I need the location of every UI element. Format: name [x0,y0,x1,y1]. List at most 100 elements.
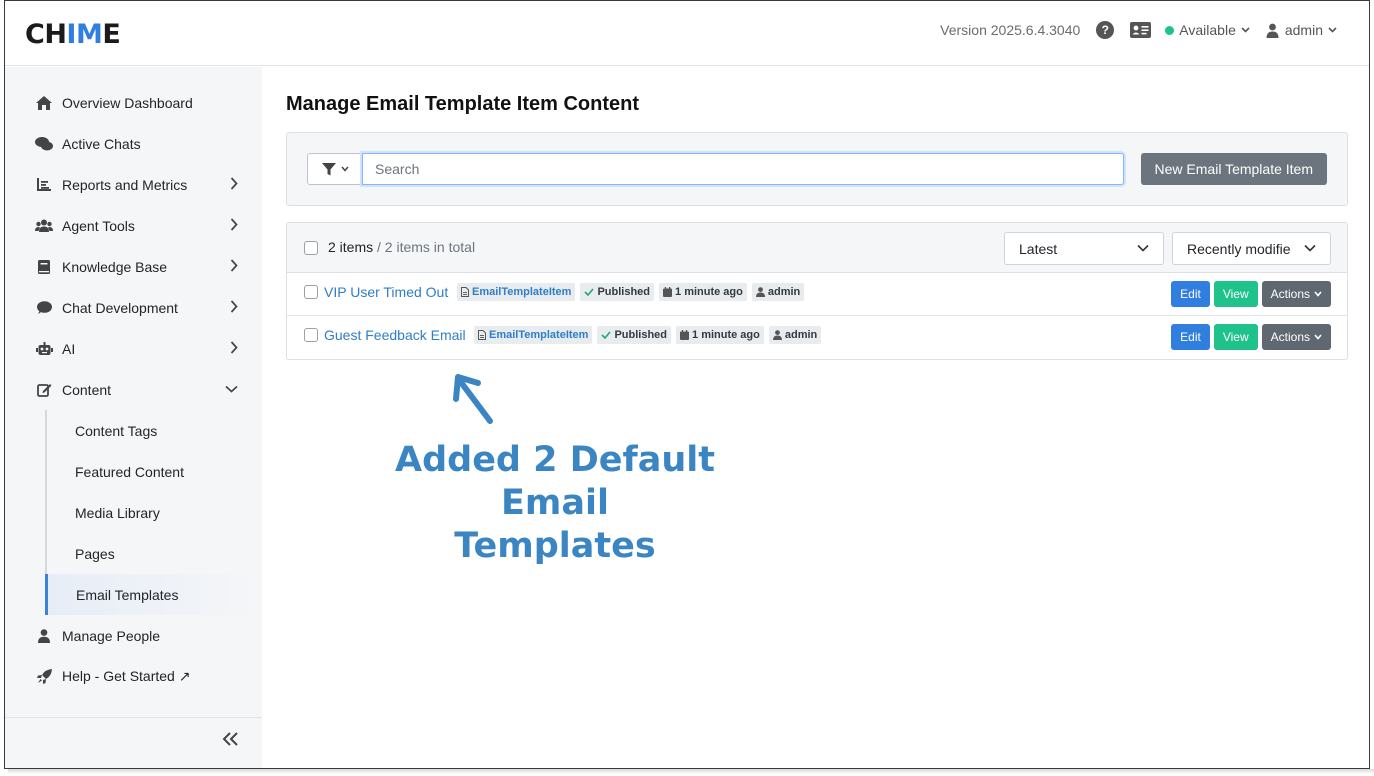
sidebar-item-content[interactable]: Content [5,369,262,410]
sidebar-item-overview-dashboard[interactable]: Overview Dashboard [5,82,262,123]
sidebar-subitem-label: Email Templates [76,586,179,603]
sidebar-subitem-pages[interactable]: Pages [45,533,262,574]
user-icon [755,287,765,297]
time-badge-label: 1 minute ago [675,286,743,298]
document-icon [478,330,486,340]
time-badge: 1 minute ago [676,326,764,344]
sidebar-item-label: Overview Dashboard [62,94,193,111]
row-badges: EmailTemplateItem Published 1 minute ago… [474,326,822,344]
template-list: 2 items / 2 items in total Latest Recent… [286,222,1348,360]
page-title: Manage Email Template Item Content [286,93,640,115]
sidebar-item-manage-people[interactable]: Manage People [5,615,262,656]
user-name: admin [1284,22,1323,38]
filter-dropdown-button[interactable] [307,153,363,185]
author-badge-label: admin [784,329,818,341]
sidebar-item-label: Help - Get Started ↗ [62,668,191,684]
chevron-right-icon [230,300,238,313]
search-input[interactable] [362,153,1124,185]
select-all-checkbox[interactable] [304,241,318,255]
new-email-template-item-button[interactable]: New Email Template Item [1140,153,1327,185]
sidebar-subitem-email-templates[interactable]: Email Templates [45,574,262,615]
author-badge: admin [751,283,805,301]
row-checkbox[interactable] [304,285,318,299]
item-count-label: 2 items [328,239,374,255]
time-badge-label: 1 minute ago [692,329,760,341]
view-button[interactable]: View [1213,324,1258,350]
author-badge: admin [768,326,822,344]
main-content: Manage Email Template Item Content New E… [262,67,1369,768]
type-badge: EmailTemplateItem [474,326,593,344]
status-badge: Published [597,326,672,344]
row-checkbox[interactable] [304,328,318,342]
status-label: Available [1179,22,1236,38]
document-icon [461,287,469,297]
chevron-down-icon [1241,27,1250,33]
row-actions: Edit View Actions [1171,281,1331,307]
sidebar-item-active-chats[interactable]: Active Chats [5,123,262,164]
sidebar-item-label: Active Chats [62,135,141,152]
actions-dropdown-button[interactable]: Actions [1261,324,1331,350]
status-dot-icon [1165,25,1175,35]
sidebar-item-label: Reports and Metrics [62,176,188,193]
actions-label: Actions [1270,287,1310,301]
sidebar-item-ai[interactable]: AI [5,328,262,369]
check-icon [601,331,612,339]
help-icon[interactable]: ? [1096,21,1115,39]
top-header: CH IM E Version 2025.6.4.3040 ? Available … [5,1,1369,66]
availability-dropdown[interactable]: Available [1165,22,1250,38]
chevron-right-icon [230,177,238,190]
row-title-link[interactable]: Guest Feedback Email [324,327,466,343]
annotation-line-1: Added 2 Default Email [395,440,715,523]
chevron-right-icon [230,218,238,231]
row-title-link[interactable]: VIP User Timed Out [324,284,448,300]
logo-text-pre: CH [25,18,67,50]
sidebar-item-label: Knowledge Base [62,258,168,275]
item-total-label: / 2 items in total [373,239,476,255]
actions-label: Actions [1270,330,1310,344]
sidebar-footer [5,717,262,768]
sidebar-item-agent-tools[interactable]: Agent Tools [5,205,262,246]
sidebar-item-label: Agent Tools [62,217,135,234]
edit-button[interactable]: Edit [1171,324,1210,350]
sidebar-subitem-label: Media Library [75,504,160,521]
sidebar-item-knowledge-base[interactable]: Knowledge Base [5,246,262,287]
user-menu[interactable]: admin [1266,22,1343,38]
logo-text-post: E [102,18,121,50]
row-badges: EmailTemplateItem Published 1 minute ago… [457,283,805,301]
sidebar: Overview Dashboard Active Chats Reports … [5,67,262,768]
users-icon [35,217,53,235]
id-card-icon[interactable] [1130,22,1152,38]
sort-select[interactable]: Latest [1004,232,1164,265]
sidebar-subitem-media-library[interactable]: Media Library [45,492,262,533]
calendar-icon [680,330,690,340]
chevron-down-icon [1304,244,1316,252]
chevron-right-icon [230,259,238,272]
check-icon [584,288,595,296]
order-select[interactable]: Recently modifie [1172,232,1331,265]
sidebar-subitem-content-tags[interactable]: Content Tags [45,410,262,451]
time-badge: 1 minute ago [659,283,747,301]
chime-logo[interactable]: CH IM E [25,18,121,50]
view-button[interactable]: View [1213,281,1258,307]
sidebar-item-label: Chat Development [62,299,178,316]
sidebar-item-help-get-started[interactable]: Help - Get Started ↗ [5,656,262,697]
chart-icon [35,176,53,194]
status-badge-label: Published [597,286,651,298]
list-header: 2 items / 2 items in total Latest Recent… [287,223,1347,273]
search-toolbar: New Email Template Item [286,132,1348,206]
chevron-down-icon [225,385,238,393]
sidebar-subitem-featured-content[interactable]: Featured Content [45,451,262,492]
chevron-down-icon [1314,291,1322,297]
collapse-sidebar-icon[interactable] [222,732,238,746]
row-actions: Edit View Actions [1171,324,1331,350]
annotation-arrow-icon [453,374,493,424]
sidebar-item-chat-development[interactable]: Chat Development [5,287,262,328]
status-badge: Published [580,283,655,301]
calendar-icon [663,287,673,297]
edit-button[interactable]: Edit [1171,281,1210,307]
type-badge-label: EmailTemplateItem [489,329,589,341]
actions-dropdown-button[interactable]: Actions [1261,281,1331,307]
author-badge-label: admin [767,286,801,298]
chats-icon [35,135,53,153]
sidebar-item-reports-and-metrics[interactable]: Reports and Metrics [5,164,262,205]
